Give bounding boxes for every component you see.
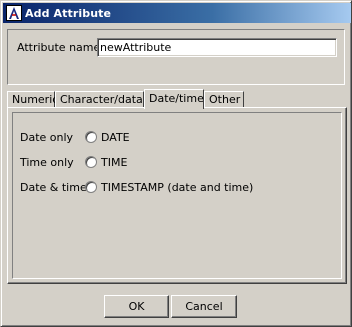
date-only-row: Date only DATE: [20, 130, 130, 144]
app-logo-icon: [6, 5, 22, 21]
attribute-name-input[interactable]: [97, 38, 337, 57]
date-time-tab-panel: Date only DATE Time only TIME Date & tim…: [7, 107, 347, 284]
tab-numeric[interactable]: Numeric: [7, 91, 58, 108]
date-and-time-label: Date & time: [20, 180, 87, 194]
attribute-name-panel: Attribute name:: [7, 29, 345, 85]
date-only-label: Date only: [20, 130, 74, 144]
date-option-label[interactable]: DATE: [101, 131, 130, 144]
time-only-row: Time only TIME: [20, 155, 127, 169]
time-only-label: Time only: [20, 155, 74, 169]
tab-date-time[interactable]: Date/time: [144, 89, 204, 109]
title-bar[interactable]: Add Attribute: [3, 3, 351, 23]
add-attribute-dialog: Add Attribute Attribute name: Numeric Ch…: [0, 0, 352, 327]
ok-button[interactable]: OK: [104, 295, 169, 318]
time-radio[interactable]: [85, 156, 97, 168]
date-time-options-group: Date only DATE Time only TIME Date & tim…: [12, 112, 342, 279]
timestamp-radio[interactable]: [85, 181, 97, 193]
time-option-label[interactable]: TIME: [101, 156, 127, 169]
tab-character-data[interactable]: Character/data: [55, 91, 144, 108]
date-and-time-row: Date & time TIMESTAMP (date and time): [20, 180, 253, 194]
cancel-button[interactable]: Cancel: [171, 295, 237, 318]
attribute-name-label: Attribute name:: [17, 41, 104, 54]
date-radio[interactable]: [85, 131, 97, 143]
tab-other[interactable]: Other: [204, 91, 244, 108]
timestamp-option-label[interactable]: TIMESTAMP (date and time): [101, 181, 253, 194]
window-title: Add Attribute: [25, 6, 112, 20]
